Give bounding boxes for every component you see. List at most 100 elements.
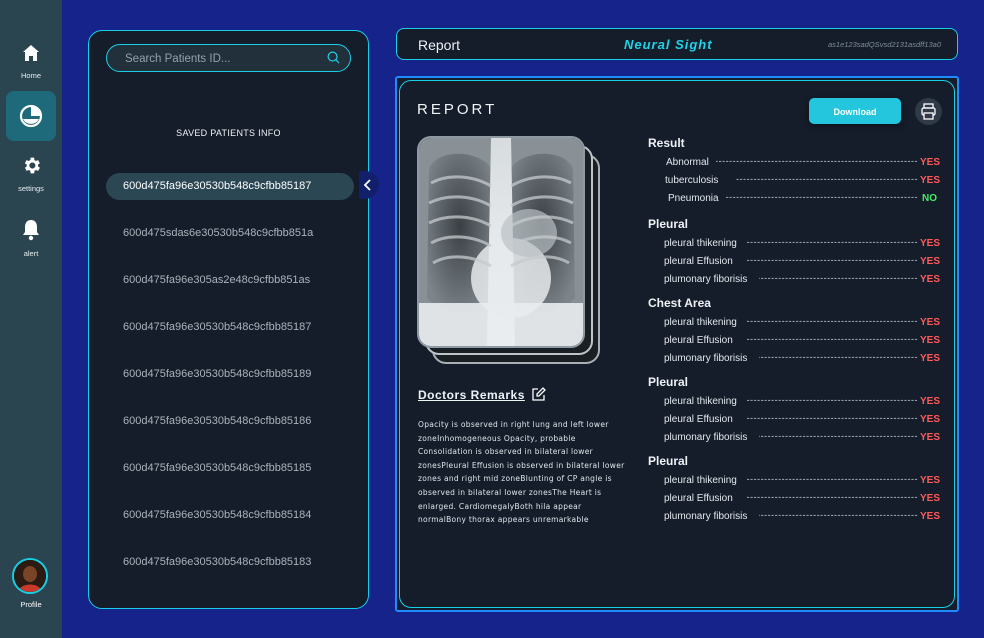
search-input[interactable] (123, 45, 327, 73)
result-row-value: YES (920, 396, 941, 407)
result-row-leader: ----------------------------------------… (747, 334, 918, 344)
result-row-value: YES (920, 157, 941, 168)
chevron-left-icon (363, 179, 371, 191)
result-row-leader: ----------------------------------------… (747, 316, 918, 326)
result-section-title: Pleural (648, 375, 689, 389)
result-row-label: pleural Effusion (664, 493, 733, 504)
patient-item[interactable]: 600d475fa96e30530b548c9cfbb85187 (106, 314, 354, 341)
avatar-image (14, 560, 46, 592)
session-hash: as1e123sadQSvsd2131asdff13a0 (827, 40, 941, 49)
result-section-title: Chest Area (648, 296, 711, 310)
result-row-leader: ----------------------------------------… (716, 156, 918, 166)
patient-item[interactable]: 600d475fa96e305as2e48c9cfbb851as (106, 267, 354, 294)
result-row-label: plumonary fiborisis (664, 432, 748, 443)
result-row-value: YES (920, 493, 941, 504)
result-row: Pneumonia -------------------------------… (648, 191, 948, 209)
result-row-value: YES (920, 414, 941, 425)
result-row: pleural Effusion ------------------------… (648, 333, 948, 351)
result-row: pleural Effusion ------------------------… (648, 412, 948, 430)
result-row: plumonary fiborisis ---------------------… (648, 272, 948, 290)
printer-icon (921, 103, 936, 120)
xray-image (417, 136, 585, 348)
nav-settings-label: settings (18, 184, 44, 193)
patient-item[interactable]: 600d475fa96e30530b548c9cfbb85184 (106, 502, 354, 529)
download-button[interactable]: Download (809, 98, 901, 124)
report-panel: REPORT Download Doctors Remarks Opacity … (395, 76, 959, 612)
result-row-value: YES (920, 475, 941, 486)
nav-home[interactable]: Home (0, 43, 62, 80)
bell-icon (23, 220, 39, 241)
xray-image-stack[interactable] (417, 136, 602, 371)
result-row-value: YES (920, 317, 941, 328)
saved-patients-title: SAVED PATIENTS INFO (176, 128, 281, 138)
result-section: Pleural pleural thikening ----------------… (648, 217, 948, 290)
nav-dashboard[interactable] (6, 91, 56, 141)
result-row-label: pleural thikening (664, 396, 737, 407)
report-card: REPORT Download Doctors Remarks Opacity … (399, 80, 955, 608)
result-section-title: Pleural (648, 454, 689, 468)
result-section: Result Abnormal --------------------------… (648, 136, 948, 209)
result-row-leader: ----------------------------------------… (747, 413, 918, 423)
search-icon[interactable] (327, 51, 340, 64)
result-row-value: YES (920, 335, 941, 346)
result-section: Pleural pleural thikening ----------------… (648, 375, 948, 448)
result-row-value: YES (920, 353, 941, 364)
patient-item[interactable]: 600d475sdas6e30530b548c9cfbb851a (106, 220, 354, 247)
brand-logo-text: Neural Sight (624, 37, 713, 52)
avatar[interactable] (12, 558, 48, 594)
edit-icon[interactable] (531, 387, 546, 402)
print-button[interactable] (915, 98, 942, 125)
result-row-value: YES (920, 238, 941, 249)
result-row-leader: ----------------------------------------… (747, 492, 918, 502)
result-row-leader: ----------------------------------------… (726, 192, 918, 202)
side-nav: Home settings alert Profile (0, 0, 62, 638)
result-row: pleural thikening -----------------------… (648, 315, 948, 333)
result-section-title: Pleural (648, 217, 689, 231)
result-row-label: pleural Effusion (664, 335, 733, 346)
result-row-label: Abnormal (666, 157, 709, 168)
result-row-value: YES (920, 274, 941, 285)
patient-item[interactable]: 600d475fa96e30530b548c9cfbb85186 (106, 408, 354, 435)
result-row: tuberculosis ----------------------------… (648, 173, 948, 191)
result-row: pleural thikening -----------------------… (648, 473, 948, 491)
result-row: pleural Effusion ------------------------… (648, 254, 948, 272)
result-row-leader: ----------------------------------------… (736, 174, 918, 184)
header-title: Report (418, 37, 461, 53)
result-section-title: Result (648, 136, 685, 150)
patient-item-selected[interactable]: 600d475fa96e30530b548c9cfbb85187 (106, 173, 354, 200)
patient-item[interactable]: 600d475fa96e30530b548c9cfbb85189 (106, 361, 354, 388)
result-row-value: YES (920, 511, 941, 522)
result-row-label: plumonary fiborisis (664, 353, 748, 364)
result-row-label: pleural Effusion (664, 414, 733, 425)
result-row-leader: ----------------------------------------… (759, 273, 918, 283)
nav-alert[interactable]: alert (0, 219, 62, 258)
result-row: pleural thikening -----------------------… (648, 394, 948, 412)
result-row-value: YES (920, 256, 941, 267)
result-row: pleural thikening -----------------------… (648, 236, 948, 254)
result-row: plumonary fiborisis ---------------------… (648, 430, 948, 448)
search-box (106, 44, 351, 73)
result-row-leader: ----------------------------------------… (759, 352, 918, 362)
collapse-panel-button[interactable] (359, 171, 379, 199)
gear-icon (24, 157, 40, 174)
result-row-label: pleural thikening (664, 238, 737, 249)
result-row-value: YES (920, 175, 941, 186)
patient-item[interactable]: 600d475fa96e30530b548c9cfbb85185 (106, 455, 354, 482)
result-row-leader: ----------------------------------------… (747, 474, 918, 484)
result-row-value: NO (922, 193, 937, 204)
report-title: REPORT (417, 101, 498, 118)
result-row: plumonary fiborisis ---------------------… (648, 351, 948, 369)
result-row-label: plumonary fiborisis (664, 511, 748, 522)
patient-item[interactable]: 600d475fa96e30530b548c9cfbb85183 (106, 549, 354, 576)
result-row: Abnormal --------------------------------… (648, 155, 948, 173)
doctors-remarks-title: Doctors Remarks (418, 388, 525, 402)
result-row-value: YES (920, 432, 941, 443)
result-row-leader: ----------------------------------------… (747, 255, 918, 265)
pie-chart-icon (19, 104, 43, 128)
header-bar: Report Neural Sight as1e123sadQSvsd2131a… (396, 28, 958, 60)
profile-label: Profile (20, 600, 42, 609)
nav-settings[interactable]: settings (0, 155, 62, 193)
home-icon (23, 45, 39, 61)
result-row-leader: ----------------------------------------… (759, 510, 918, 520)
result-row-leader: ----------------------------------------… (747, 395, 918, 405)
